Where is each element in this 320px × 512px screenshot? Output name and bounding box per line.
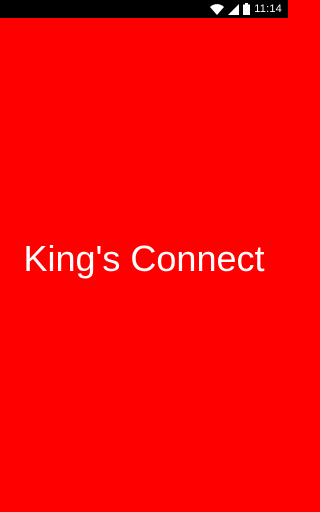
status-icons [210, 3, 251, 15]
battery-icon [243, 3, 251, 15]
signal-icon [228, 3, 240, 15]
status-bar: 11:14 [0, 0, 288, 18]
splash-screen: King's Connect [0, 18, 288, 512]
wifi-icon [210, 3, 225, 15]
status-time: 11:14 [254, 3, 282, 15]
app-name: King's Connect [23, 238, 265, 279]
